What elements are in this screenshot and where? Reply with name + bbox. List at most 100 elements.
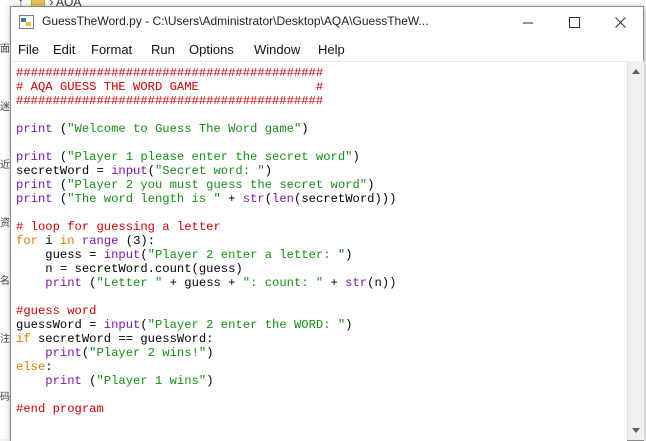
code-line[interactable]: # loop for guessing a letter (16, 220, 396, 234)
code-token: "Player 1 wins" (96, 374, 207, 388)
code-line[interactable]: if secretWord == guessWord: (16, 332, 396, 346)
code-token: ( (264, 192, 273, 206)
code-token: "Welcome to Guess The Word game" (67, 122, 302, 136)
code-token: ########################################… (16, 66, 324, 80)
code-token: str (242, 192, 265, 206)
code-line[interactable]: guess = input("Player 2 enter a letter: … (16, 248, 396, 262)
code-line[interactable] (16, 108, 396, 122)
maximize-icon (568, 16, 580, 28)
code-token: print (16, 122, 53, 136)
background-sidebar-char: 资 (0, 218, 10, 229)
background-sidebar-char: 近 (0, 160, 10, 171)
code-token: ) (345, 318, 353, 332)
code-token: + guess + (162, 276, 243, 290)
code-line[interactable]: print ("Letter " + guess + ": count: " +… (16, 276, 396, 290)
menu-bar: File Edit Format Run Options Window Help (11, 37, 643, 61)
code-token: ": count: " (242, 276, 324, 290)
window-title: GuessTheWord.py - C:\Users\Administrator… (42, 14, 429, 28)
code-token: i (37, 234, 60, 248)
background-sidebar-char: 面 (0, 44, 10, 55)
code-token: secretWord == guessWord: (30, 332, 214, 346)
code-token: # loop for guessing a letter (16, 220, 221, 234)
code-token: (3): (118, 234, 156, 248)
code-line[interactable]: #guess word (16, 304, 396, 318)
close-button[interactable] (597, 7, 643, 37)
code-token: range (81, 234, 119, 248)
code-line[interactable]: print ("Player 2 you must guess the secr… (16, 178, 396, 192)
menu-edit[interactable]: Edit (53, 42, 75, 57)
code-token: ( (52, 150, 68, 164)
code-line[interactable]: print ("Welcome to Guess The Word game") (16, 122, 396, 136)
code-token: ) (352, 150, 360, 164)
code-line[interactable] (16, 136, 396, 150)
code-line[interactable] (16, 388, 396, 402)
code-line[interactable]: guessWord = input("Player 2 enter the WO… (16, 318, 396, 332)
code-text[interactable]: ########################################… (16, 66, 396, 416)
vertical-scrollbar[interactable] (627, 61, 644, 440)
menu-window[interactable]: Window (254, 42, 300, 57)
code-token: ( (52, 122, 68, 136)
menu-help[interactable]: Help (318, 42, 345, 57)
code-line[interactable]: print ("Player 1 wins") (16, 374, 396, 388)
scroll-down-button[interactable] (628, 422, 644, 438)
code-token: if (16, 332, 31, 346)
code-token: ) (206, 374, 214, 388)
code-line[interactable]: print ("The word length is " + str(len(s… (16, 192, 396, 206)
code-line[interactable] (16, 206, 396, 220)
title-bar[interactable]: GuessTheWord.py - C:\Users\Administrator… (11, 7, 643, 37)
menu-format[interactable]: Format (91, 42, 132, 57)
code-token: print (45, 346, 82, 360)
code-line[interactable]: for i in range (3): (16, 234, 396, 248)
code-token: guessWord = (16, 318, 104, 332)
background-sidebar-char: 注 (0, 334, 10, 345)
code-token: "Player 2 enter the WORD: " (147, 318, 346, 332)
code-token: + (220, 192, 243, 206)
scroll-up-icon (632, 68, 640, 74)
code-token: "Player 2 you must guess the secret word… (67, 178, 368, 192)
menu-file[interactable]: File (18, 42, 39, 57)
code-token: "Secret word: " (154, 164, 265, 178)
code-token: print (16, 150, 53, 164)
code-token: #end program (16, 402, 104, 416)
code-token: ( (140, 248, 148, 262)
background-sidebar-char: 迷 (0, 102, 10, 113)
code-line[interactable]: secretWord = input("Secret word: ") (16, 164, 396, 178)
idle-editor-window: GuessTheWord.py - C:\Users\Administrator… (10, 6, 644, 441)
code-token: for (16, 234, 38, 248)
code-token: ) (301, 122, 309, 136)
menu-run[interactable]: Run (151, 42, 175, 57)
maximize-button[interactable] (551, 7, 597, 37)
code-token: str (345, 276, 368, 290)
code-token: + (323, 276, 346, 290)
code-line[interactable]: ########################################… (16, 94, 396, 108)
code-token: "Player 2 wins!" (89, 346, 207, 360)
code-token: ( (147, 164, 155, 178)
code-line[interactable]: print ("Player 1 please enter the secret… (16, 150, 396, 164)
code-token: ( (52, 192, 68, 206)
code-token: input (103, 248, 141, 262)
code-editor[interactable]: ########################################… (11, 61, 627, 441)
menu-options[interactable]: Options (189, 42, 234, 57)
code-line[interactable] (16, 290, 396, 304)
background-sidebar-char: 名 (0, 276, 10, 287)
code-token: #guess word (16, 304, 97, 318)
code-line[interactable]: n = secretWord.count(guess) (16, 262, 396, 276)
code-token: ) (367, 178, 375, 192)
scroll-up-button[interactable] (628, 63, 644, 79)
code-token: in (59, 234, 75, 248)
minimize-button[interactable] (505, 7, 551, 37)
code-token: input (111, 164, 148, 178)
code-token: guess = (16, 248, 104, 262)
code-line[interactable]: else: (16, 360, 396, 374)
code-line[interactable]: #end program (16, 402, 396, 416)
code-token: # AQA GUESS THE WORD GAME # (16, 80, 324, 94)
code-token: ) (206, 346, 214, 360)
code-line[interactable]: print("Player 2 wins!") (16, 346, 396, 360)
code-token: "Letter " (96, 276, 163, 290)
code-line[interactable]: # AQA GUESS THE WORD GAME # (16, 80, 396, 94)
code-line[interactable]: ########################################… (16, 66, 396, 80)
close-icon (614, 16, 626, 28)
